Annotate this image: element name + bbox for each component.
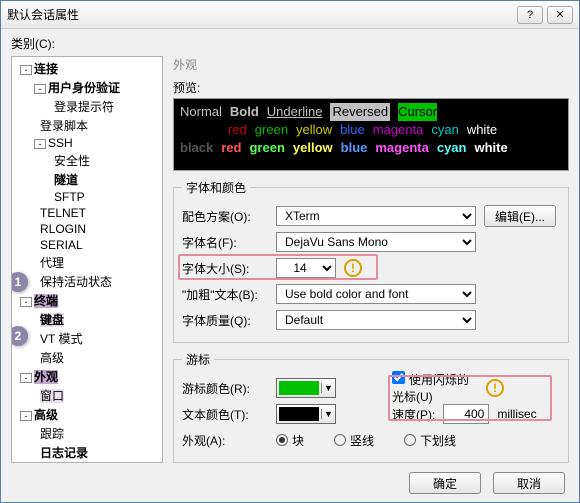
text-color-label: 文本颜色(T): xyxy=(182,406,268,423)
session-properties-dialog: 默认会话属性 ? ✕ 类别(C): 1 2 -连接 -用户身份验证 登录提示符 … xyxy=(0,0,580,503)
radio-underline[interactable]: 下划线 xyxy=(404,432,456,449)
titlebar: 默认会话属性 ? ✕ xyxy=(1,1,579,29)
tree-node-ssh[interactable]: -SSH xyxy=(12,135,162,151)
cursor-color-picker[interactable]: ▼ xyxy=(276,378,336,398)
window-title: 默认会话属性 xyxy=(7,6,513,23)
category-label: 类别(C): xyxy=(11,35,569,52)
quality-select[interactable]: Default xyxy=(276,310,476,330)
category-tree[interactable]: 1 2 -连接 -用户身份验证 登录提示符 登录脚本 -SSH 安全性 隧道 S… xyxy=(11,56,163,463)
tree-node-terminal[interactable]: -终端 xyxy=(12,291,162,310)
tree-node-keepalive[interactable]: 保持活动状态 xyxy=(12,272,162,291)
fontsize-select[interactable]: 14 xyxy=(276,258,336,278)
scheme-label: 配色方案(O): xyxy=(182,208,268,225)
tree-node-login-script[interactable]: 登录脚本 xyxy=(12,116,162,135)
speed-unit: millisec xyxy=(497,407,536,421)
fontname-label: 字体名(F): xyxy=(182,234,268,251)
preview-label: 预览: xyxy=(173,79,569,96)
font-color-group: 字体和颜色 配色方案(O): XTerm 编辑(E)... 字体名(F): De… xyxy=(173,179,569,343)
blink-checkbox[interactable]: 使用闪烁的光标(U) xyxy=(392,371,478,405)
tree-node-login-prompt[interactable]: 登录提示符 xyxy=(12,97,162,116)
cursor-color-label: 游标颜色(R): xyxy=(182,380,268,397)
text-color-picker[interactable]: ▼ xyxy=(276,404,336,424)
ok-button[interactable]: 确定 xyxy=(409,472,481,494)
edit-scheme-button[interactable]: 编辑(E)... xyxy=(484,205,556,227)
tree-node-telnet[interactable]: TELNET xyxy=(12,205,162,221)
radio-vertical[interactable]: 竖线 xyxy=(334,432,374,449)
tree-node-auth[interactable]: -用户身份验证 xyxy=(12,78,162,97)
close-button[interactable]: ✕ xyxy=(547,6,573,24)
preview-box: NormalBoldUnderlineReversedCursor redgre… xyxy=(173,98,569,171)
tree-node-advanced[interactable]: 高级 xyxy=(12,348,162,367)
tree-node-sftp[interactable]: SFTP xyxy=(12,189,162,205)
boldtext-label: "加粗"文本(B): xyxy=(182,286,268,303)
tree-node-tunnel[interactable]: 隧道 xyxy=(12,170,162,189)
tree-node-window[interactable]: 窗口 xyxy=(12,386,162,405)
speed-label: 速度(P): xyxy=(392,406,435,423)
tree-node-connection[interactable]: -连接 xyxy=(12,59,162,78)
help-button[interactable]: ? xyxy=(517,6,543,24)
warning-icon: ! xyxy=(344,259,362,277)
tree-node-proxy[interactable]: 代理 xyxy=(12,253,162,272)
quality-label: 字体质量(Q): xyxy=(182,312,268,329)
radio-block[interactable]: 块 xyxy=(276,432,304,449)
cancel-button[interactable]: 取消 xyxy=(493,472,565,494)
look-label: 外观(A): xyxy=(182,432,268,449)
speed-input[interactable] xyxy=(443,404,489,424)
scheme-select[interactable]: XTerm xyxy=(276,206,476,226)
cursor-legend: 游标 xyxy=(182,351,214,368)
font-color-legend: 字体和颜色 xyxy=(182,179,250,196)
fontsize-label: 字体大小(S): xyxy=(182,260,268,277)
tree-node-serial[interactable]: SERIAL xyxy=(12,237,162,253)
cursor-group: 游标 游标颜色(R): ▼ 使用闪烁的光标(U) ! 文本颜色(T): ▼ 速度… xyxy=(173,351,569,463)
tree-node-vtmode[interactable]: VT 模式 xyxy=(12,329,162,348)
tree-node-advanced2[interactable]: -高级 xyxy=(12,405,162,424)
tree-node-rlogin[interactable]: RLOGIN xyxy=(12,221,162,237)
tree-node-filetransfer[interactable]: -文件传输 xyxy=(12,462,162,463)
tree-node-keyboard[interactable]: 键盘 xyxy=(12,310,162,329)
tree-node-appearance[interactable]: -外观 xyxy=(12,367,162,386)
tree-node-trace[interactable]: 跟踪 xyxy=(12,424,162,443)
warning-icon: ! xyxy=(486,379,504,397)
fontname-select[interactable]: DejaVu Sans Mono xyxy=(276,232,476,252)
boldtext-select[interactable]: Use bold color and font xyxy=(276,284,476,304)
tree-node-security[interactable]: 安全性 xyxy=(12,151,162,170)
panel-title: 外观 xyxy=(173,56,569,73)
tree-node-logging[interactable]: 日志记录 xyxy=(12,443,162,462)
